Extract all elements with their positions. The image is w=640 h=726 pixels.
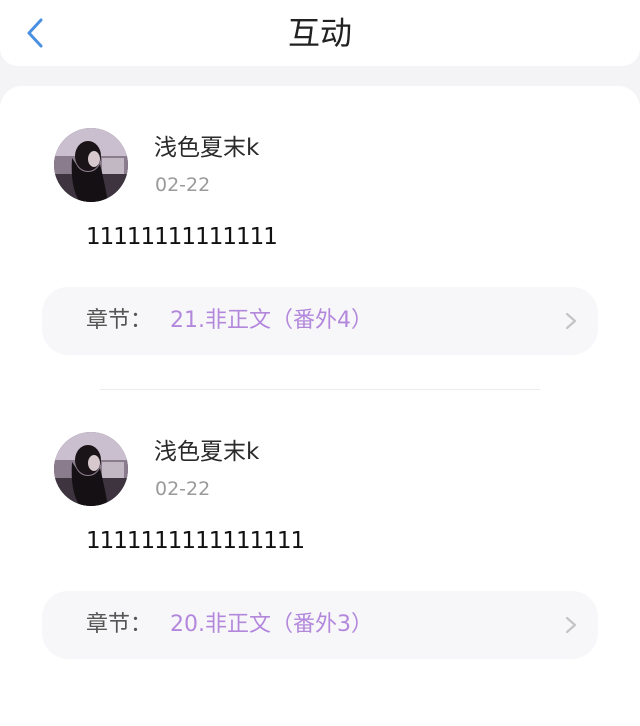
chapter-label: 章节： bbox=[86, 612, 153, 637]
username[interactable]: 浅色夏末k bbox=[154, 437, 259, 467]
page-title: 互动 bbox=[287, 14, 352, 52]
chevron-right-icon bbox=[565, 616, 577, 634]
comment-item: 浅色夏末k 02-22 11111111111111 章节： 21.非正文（番外… bbox=[0, 86, 640, 386]
chevron-right-icon bbox=[565, 312, 577, 330]
chapter-link[interactable]: 章节： 20.非正文（番外3） bbox=[42, 591, 598, 659]
chapter-link[interactable]: 章节： 21.非正文（番外4） bbox=[42, 287, 598, 355]
comment-date: 02-22 bbox=[155, 174, 211, 196]
comment-content: 1111111111111111 bbox=[86, 528, 305, 554]
chapter-title: 21.非正文（番外4） bbox=[170, 308, 373, 333]
chapter-title: 20.非正文（番外3） bbox=[170, 612, 373, 637]
comment-date: 02-22 bbox=[155, 478, 211, 500]
username[interactable]: 浅色夏末k bbox=[154, 133, 259, 163]
comment-item: 浅色夏末k 02-22 1111111111111111 章节： 20.非正文（… bbox=[0, 390, 640, 690]
avatar[interactable] bbox=[54, 128, 128, 202]
chapter-label: 章节： bbox=[86, 308, 153, 333]
avatar[interactable] bbox=[54, 432, 128, 506]
comment-list: 浅色夏末k 02-22 11111111111111 章节： 21.非正文（番外… bbox=[0, 86, 640, 726]
comment-content: 11111111111111 bbox=[86, 224, 278, 250]
top-bar: 互动 bbox=[0, 0, 640, 66]
